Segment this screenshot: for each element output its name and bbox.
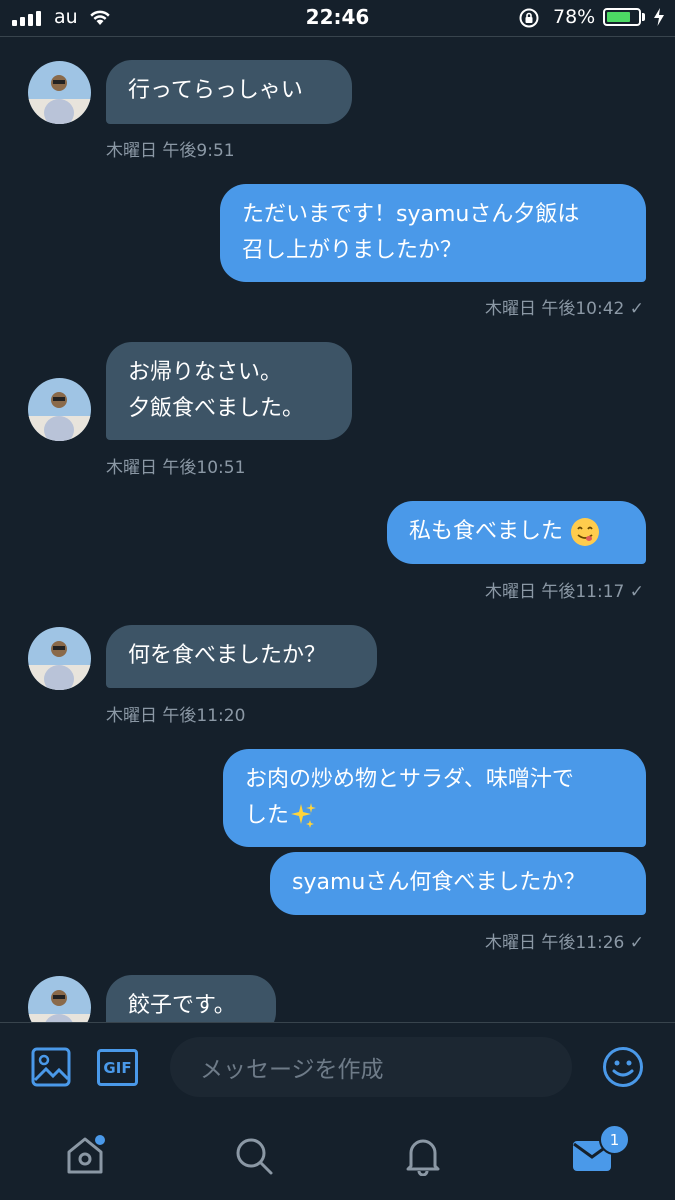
message-bubble-incoming[interactable]: 行ってらっしゃい: [106, 60, 352, 124]
message-input-placeholder: メッセージを作成: [200, 1057, 384, 1083]
message-timestamp: 木曜日 午後10:51: [106, 458, 246, 478]
gif-label: GIF: [103, 1058, 132, 1077]
message-timestamp: 木曜日 午後11:17 ✓: [484, 582, 644, 602]
message-text: 私も食べました: [409, 519, 564, 544]
message-text-line: お帰りなさい。: [128, 360, 283, 385]
message-bubble-outgoing[interactable]: syamuさん何食べましたか？: [270, 852, 646, 915]
avatar-image: [28, 627, 91, 690]
battery-tip: [642, 13, 645, 21]
message-text-line: 召し上がりましたか？: [242, 238, 463, 263]
savoring-face-emoji: [571, 518, 600, 546]
message-text: 餃子です。: [128, 993, 236, 1018]
avatar-image: [28, 61, 91, 124]
message-bubble-outgoing[interactable]: お肉の炒め物とサラダ、味噌汁で した: [223, 749, 646, 847]
search-icon[interactable]: [234, 1136, 274, 1176]
message-timestamp: 木曜日 午後11:20: [106, 706, 246, 726]
battery-icon: [603, 8, 641, 26]
status-bar: au 22:46 78%: [0, 0, 675, 36]
message-timestamp: 木曜日 午後10:42 ✓: [484, 299, 644, 319]
header-divider: [0, 36, 675, 37]
message-timestamp: 木曜日 午後11:26 ✓: [484, 933, 644, 953]
avatar[interactable]: [28, 627, 91, 690]
message-text: 何を食べましたか？: [128, 643, 327, 668]
message-bubble-outgoing[interactable]: 私も食べました: [387, 501, 646, 564]
message-text-line: した: [245, 803, 290, 828]
emoji-icon[interactable]: [602, 1046, 644, 1088]
message-text-line: お肉の炒め物とサラダ、味噌汁で: [245, 767, 574, 792]
message-input[interactable]: メッセージを作成: [170, 1037, 572, 1097]
message-bubble-outgoing[interactable]: ただいまです！syamuさん夕飯は 召し上がりましたか？: [220, 184, 646, 282]
avatar[interactable]: [28, 378, 91, 441]
message-text-line: 夕飯食べました。: [128, 396, 305, 421]
orientation-lock-icon: [519, 8, 539, 28]
messages-unread-badge: 1: [599, 1124, 630, 1155]
message-timestamp: 木曜日 午後9:51: [106, 141, 235, 161]
message-text-line: ただいまです！syamuさん夕飯は: [242, 202, 580, 227]
sparkles-emoji: [291, 803, 317, 828]
avatar-image: [28, 378, 91, 441]
charging-bolt-icon: [654, 8, 664, 26]
battery-percentage: 78%: [553, 6, 596, 28]
message-bubble-incoming[interactable]: 何を食べましたか？: [106, 625, 377, 688]
message-text: syamuさん何食べましたか？: [292, 870, 586, 895]
notifications-bell-icon[interactable]: [403, 1134, 443, 1176]
message-bubble-incoming[interactable]: お帰りなさい。 夕飯食べました。: [106, 342, 352, 440]
avatar[interactable]: [28, 61, 91, 124]
home-icon[interactable]: [63, 1134, 107, 1176]
gif-button[interactable]: GIF: [97, 1049, 138, 1086]
message-text: 行ってらっしゃい: [128, 78, 303, 103]
image-icon[interactable]: [31, 1047, 71, 1087]
